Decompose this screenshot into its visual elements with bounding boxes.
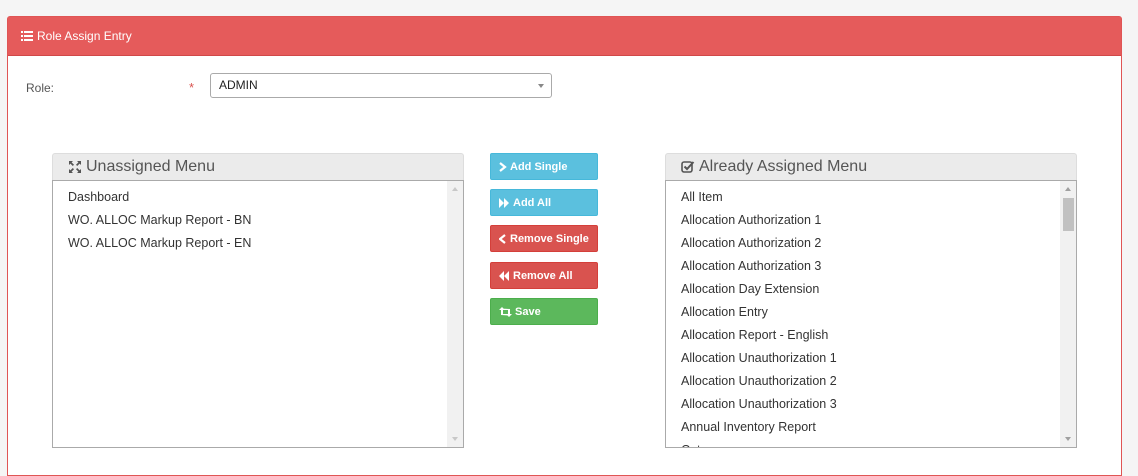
double-chevron-right-icon	[499, 197, 509, 208]
list-item[interactable]: Allocation Authorization 3	[681, 256, 1076, 279]
list-item[interactable]: Annual Inventory Report	[681, 417, 1076, 440]
retweet-icon	[499, 306, 512, 317]
check-square-icon	[681, 161, 695, 173]
assigned-scrollbar[interactable]	[1060, 181, 1076, 447]
scroll-thumb[interactable]	[1063, 198, 1074, 231]
list-item[interactable]: Allocation Authorization 1	[681, 210, 1076, 233]
add-all-label: Add All	[513, 196, 552, 209]
role-select[interactable]: ADMIN	[210, 73, 552, 98]
assigned-menu-list[interactable]: All Item Allocation Authorization 1 Allo…	[665, 180, 1077, 448]
assigned-menu-title: Already Assigned Menu	[699, 158, 868, 175]
unassigned-menu-title: Unassigned Menu	[86, 158, 215, 175]
expand-icon	[69, 161, 81, 173]
scroll-down-icon[interactable]	[452, 437, 458, 441]
list-item[interactable]: Allocation Report - English	[681, 325, 1076, 348]
chevron-down-icon	[538, 84, 544, 88]
list-item[interactable]: Allocation Unauthorization 1	[681, 348, 1076, 371]
required-marker: *	[189, 80, 195, 95]
list-item[interactable]: Category	[681, 440, 1076, 447]
save-button[interactable]: Save	[490, 298, 598, 325]
unassigned-scrollbar[interactable]	[447, 181, 463, 447]
remove-all-label: Remove All	[513, 269, 573, 282]
scroll-down-icon[interactable]	[1065, 437, 1071, 441]
list-item[interactable]: Allocation Authorization 2	[681, 233, 1076, 256]
list-item[interactable]: WO. ALLOC Markup Report - EN	[68, 233, 463, 256]
remove-single-button[interactable]: Remove Single	[490, 225, 598, 252]
list-icon	[21, 31, 33, 41]
panel-heading: Role Assign Entry	[8, 17, 1121, 56]
scroll-up-icon[interactable]	[1065, 187, 1071, 191]
unassigned-menu-header: Unassigned Menu	[52, 153, 464, 180]
list-item[interactable]: WO. ALLOC Markup Report - BN	[68, 210, 463, 233]
list-item[interactable]: Allocation Unauthorization 3	[681, 394, 1076, 417]
remove-all-button[interactable]: Remove All	[490, 262, 598, 289]
role-select-value: ADMIN	[219, 78, 258, 92]
add-all-button[interactable]: Add All	[490, 189, 598, 216]
list-item[interactable]: Allocation Unauthorization 2	[681, 371, 1076, 394]
scroll-up-icon[interactable]	[452, 187, 458, 191]
list-item[interactable]: Allocation Day Extension	[681, 279, 1076, 302]
list-item[interactable]: Allocation Entry	[681, 302, 1076, 325]
assigned-menu-box: Already Assigned Menu All Item Allocatio…	[665, 153, 1077, 448]
add-single-button[interactable]: Add Single	[490, 153, 598, 180]
list-item[interactable]: All Item	[681, 187, 1076, 210]
unassigned-menu-list[interactable]: Dashboard WO. ALLOC Markup Report - BN W…	[52, 180, 464, 448]
list-item[interactable]: Dashboard	[68, 187, 463, 210]
chevron-left-icon	[499, 233, 506, 244]
panel-title: Role Assign Entry	[37, 29, 132, 43]
remove-single-label: Remove Single	[510, 232, 589, 245]
role-assign-panel: Role Assign Entry Role: * ADMIN Unassign…	[7, 16, 1122, 476]
double-chevron-left-icon	[499, 270, 509, 281]
unassigned-menu-box: Unassigned Menu Dashboard WO. ALLOC Mark…	[52, 153, 464, 448]
role-label: Role:	[26, 81, 55, 95]
add-single-label: Add Single	[510, 160, 568, 173]
chevron-right-icon	[499, 161, 507, 172]
assigned-menu-header: Already Assigned Menu	[665, 153, 1077, 180]
save-label: Save	[515, 305, 541, 318]
